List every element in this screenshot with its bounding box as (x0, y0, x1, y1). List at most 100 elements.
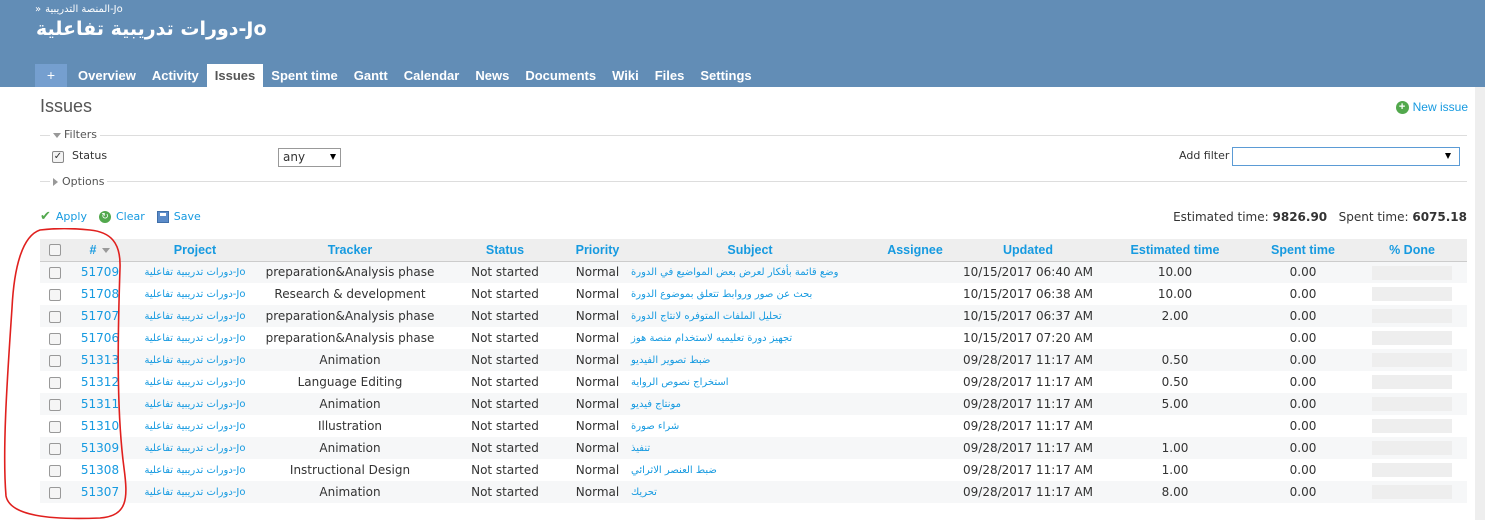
add-filter-select[interactable] (1232, 147, 1460, 166)
column-header-done[interactable]: % Done (1357, 239, 1467, 262)
column-header-priority[interactable]: Priority (570, 239, 625, 262)
column-header-updated[interactable]: Updated (955, 239, 1101, 262)
column-header-status[interactable]: Status (440, 239, 570, 262)
subject-link[interactable]: تحريك (625, 481, 875, 503)
project-link[interactable]: دورات تدريبية تفاعلية-Jo (130, 261, 260, 283)
subject-link[interactable]: شراء صورة (625, 415, 875, 437)
table-row[interactable]: 51708 دورات تدريبية تفاعلية-Jo Research & … (40, 283, 1467, 305)
table-row[interactable]: 51311 دورات تدريبية تفاعلية-Jo Animation No… (40, 393, 1467, 415)
subject-link[interactable]: استخراج نصوص الرواية (625, 371, 875, 393)
project-link[interactable]: دورات تدريبية تفاعلية-Jo (130, 393, 260, 415)
subject-text[interactable]: بحث عن صور وروابط تتعلق بموضوع الدورة (631, 289, 812, 300)
row-checkbox[interactable] (40, 437, 70, 459)
project-link[interactable]: دورات تدريبية تفاعلية-Jo (130, 415, 260, 437)
row-checkbox[interactable] (40, 327, 70, 349)
subject-link[interactable]: مونتاج فيديو (625, 393, 875, 415)
project-link[interactable]: دورات تدريبية تفاعلية-Jo (130, 283, 260, 305)
column-header-assignee[interactable]: Assignee (875, 239, 955, 262)
row-select-checkbox[interactable] (49, 266, 61, 279)
row-checkbox[interactable] (40, 393, 70, 415)
select-all-header[interactable] (40, 239, 70, 262)
column-header-estimated-time[interactable]: Estimated time (1101, 239, 1249, 262)
project-link[interactable]: دورات تدريبية تفاعلية-Jo (130, 481, 260, 503)
tab-settings[interactable]: Settings (692, 64, 759, 87)
row-checkbox[interactable] (40, 371, 70, 393)
tab-gantt[interactable]: Gantt (346, 64, 396, 87)
table-row[interactable]: 51308 دورات تدريبية تفاعلية-Jo Instruction… (40, 459, 1467, 481)
row-checkbox[interactable] (40, 349, 70, 371)
save-button[interactable]: Save (156, 210, 201, 223)
issue-id-link[interactable]: 51709 (70, 261, 130, 283)
subject-text[interactable]: ضبط تصوير الفيديو (631, 355, 710, 366)
column-header-subject[interactable]: Subject (625, 239, 875, 262)
table-row[interactable]: 51310 دورات تدريبية تفاعلية-Jo Illustratio… (40, 415, 1467, 437)
subject-text[interactable]: شراء صورة (631, 421, 679, 432)
subject-link[interactable]: وضع قائمة بأفكار لعرض بعض المواضيع في ال… (625, 261, 875, 283)
subject-text[interactable]: مونتاج فيديو (631, 399, 681, 410)
row-checkbox[interactable] (40, 283, 70, 305)
tab-calendar[interactable]: Calendar (396, 64, 468, 87)
row-select-checkbox[interactable] (49, 420, 61, 433)
subject-link[interactable]: ضبط العنصر الاثرائي (625, 459, 875, 481)
row-select-checkbox[interactable] (49, 288, 61, 301)
options-toggle[interactable]: Options (50, 175, 108, 188)
apply-button[interactable]: ✔ Apply (40, 209, 87, 224)
issue-id-link[interactable]: 51311 (70, 393, 130, 415)
row-select-checkbox[interactable] (49, 332, 61, 345)
project-link[interactable]: دورات تدريبية تفاعلية-Jo (130, 349, 260, 371)
subject-text[interactable]: تنفيذ (631, 443, 650, 454)
row-select-checkbox[interactable] (49, 310, 61, 323)
row-select-checkbox[interactable] (49, 354, 61, 367)
row-select-checkbox[interactable] (49, 464, 61, 477)
table-row[interactable]: 51313 دورات تدريبية تفاعلية-Jo Animation No… (40, 349, 1467, 371)
tab-overview[interactable]: Overview (70, 64, 144, 87)
subject-link[interactable]: تنفيذ (625, 437, 875, 459)
subject-text[interactable]: تحريك (631, 487, 657, 498)
tab-files[interactable]: Files (647, 64, 693, 87)
subject-link[interactable]: ضبط تصوير الفيديو (625, 349, 875, 371)
row-select-checkbox[interactable] (49, 486, 61, 499)
select-all-checkbox[interactable] (49, 244, 61, 257)
filters-toggle[interactable]: Filters (50, 128, 100, 141)
status-operator-select[interactable]: any (278, 148, 341, 167)
breadcrumb[interactable]: » المنصة التدريبية-Jo (35, 4, 123, 15)
table-row[interactable]: 51309 دورات تدريبية تفاعلية-Jo Animation No… (40, 437, 1467, 459)
row-checkbox[interactable] (40, 415, 70, 437)
new-object-button[interactable]: + (35, 64, 67, 87)
table-row[interactable]: 51706 دورات تدريبية تفاعلية-Jo preparation… (40, 327, 1467, 349)
issue-id-link[interactable]: 51308 (70, 459, 130, 481)
new-issue-link[interactable]: + New issue (1395, 100, 1468, 114)
tab-issues[interactable]: Issues (206, 64, 264, 87)
project-link[interactable]: دورات تدريبية تفاعلية-Jo (130, 371, 260, 393)
tab-news[interactable]: News (467, 64, 517, 87)
column-header-project[interactable]: Project (130, 239, 260, 262)
project-link[interactable]: دورات تدريبية تفاعلية-Jo (130, 327, 260, 349)
subject-link[interactable]: تجهيز دورة تعليميه لاستخدام منصة هوز (625, 327, 875, 349)
row-checkbox[interactable] (40, 481, 70, 503)
subject-link[interactable]: تحليل الملفات المتوفره لانتاج الدورة (625, 305, 875, 327)
breadcrumb-parent-link[interactable]: المنصة التدريبية-Jo (45, 4, 123, 15)
subject-text[interactable]: وضع قائمة بأفكار لعرض بعض المواضيع في ال… (631, 267, 838, 278)
row-checkbox[interactable] (40, 261, 70, 283)
project-link[interactable]: دورات تدريبية تفاعلية-Jo (130, 437, 260, 459)
tab-activity[interactable]: Activity (144, 64, 207, 87)
row-select-checkbox[interactable] (49, 376, 61, 389)
table-row[interactable]: 51709 دورات تدريبية تفاعلية-Jo preparation… (40, 261, 1467, 283)
table-row[interactable]: 51312 دورات تدريبية تفاعلية-Jo Language Ed… (40, 371, 1467, 393)
table-row[interactable]: 51707 دورات تدريبية تفاعلية-Jo preparation… (40, 305, 1467, 327)
issue-id-link[interactable]: 51309 (70, 437, 130, 459)
subject-link[interactable]: بحث عن صور وروابط تتعلق بموضوع الدورة (625, 283, 875, 305)
issue-id-link[interactable]: 51706 (70, 327, 130, 349)
row-checkbox[interactable] (40, 459, 70, 481)
row-checkbox[interactable] (40, 305, 70, 327)
project-link[interactable]: دورات تدريبية تفاعلية-Jo (130, 305, 260, 327)
status-filter-checkbox[interactable]: ✓ (52, 151, 64, 163)
tab-wiki[interactable]: Wiki (604, 64, 647, 87)
table-row[interactable]: 51307 دورات تدريبية تفاعلية-Jo Animation No… (40, 481, 1467, 503)
issue-id-link[interactable]: 51312 (70, 371, 130, 393)
clear-button[interactable]: ↻ Clear (98, 210, 145, 223)
issue-id-link[interactable]: 51708 (70, 283, 130, 305)
column-header-tracker[interactable]: Tracker (260, 239, 440, 262)
issue-id-link[interactable]: 51313 (70, 349, 130, 371)
subject-text[interactable]: ضبط العنصر الاثرائي (631, 465, 717, 476)
